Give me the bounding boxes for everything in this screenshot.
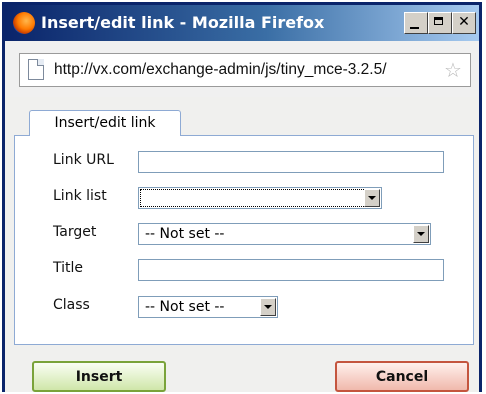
tab-insert-edit-link[interactable]: Insert/edit link (29, 110, 181, 136)
target-value: -- Not set -- (145, 226, 225, 242)
url-text: http://vx.com/exchange-admin/js/tiny_mce… (54, 61, 387, 78)
link-list-label: Link list (53, 188, 107, 204)
address-bar-area: http://vx.com/exchange-admin/js/tiny_mce… (5, 41, 479, 97)
minimize-icon (410, 27, 419, 29)
title-bar[interactable]: Insert/edit link - Mozilla Firefox ✕ (5, 5, 479, 41)
class-value: -- Not set -- (145, 299, 225, 315)
title-input[interactable] (138, 259, 444, 281)
link-url-label: Link URL (53, 152, 114, 168)
class-label: Class (53, 297, 90, 313)
close-icon: ✕ (458, 14, 470, 30)
target-select[interactable]: -- Not set -- (138, 223, 431, 245)
insert-button[interactable]: Insert (32, 361, 166, 392)
target-label: Target (53, 224, 97, 240)
address-bar[interactable]: http://vx.com/exchange-admin/js/tiny_mce… (19, 53, 471, 87)
page-icon (28, 59, 44, 80)
maximize-icon (434, 17, 443, 25)
firefox-icon (13, 12, 35, 34)
dialog-content: Insert/edit link Link URL Link list Targ… (5, 97, 479, 392)
star-icon[interactable]: ☆ (442, 59, 464, 81)
chevron-down-icon[interactable] (413, 225, 429, 243)
chevron-down-icon[interactable] (260, 298, 276, 316)
class-select[interactable]: -- Not set -- (138, 296, 278, 318)
title-label: Title (53, 260, 84, 276)
chevron-down-icon[interactable] (364, 189, 380, 207)
close-button[interactable]: ✕ (452, 12, 476, 34)
link-list-select[interactable] (138, 187, 382, 209)
link-url-input[interactable] (138, 151, 444, 173)
cancel-button[interactable]: Cancel (335, 361, 469, 392)
tab-label: Insert/edit link (54, 115, 156, 131)
tab-panel: Link URL Link list Target -- Not set -- … (14, 135, 474, 345)
maximize-button[interactable] (428, 12, 452, 34)
window-title: Insert/edit link - Mozilla Firefox (41, 13, 325, 32)
browser-window: Insert/edit link - Mozilla Firefox ✕ htt… (2, 2, 482, 392)
minimize-button[interactable] (404, 12, 428, 34)
